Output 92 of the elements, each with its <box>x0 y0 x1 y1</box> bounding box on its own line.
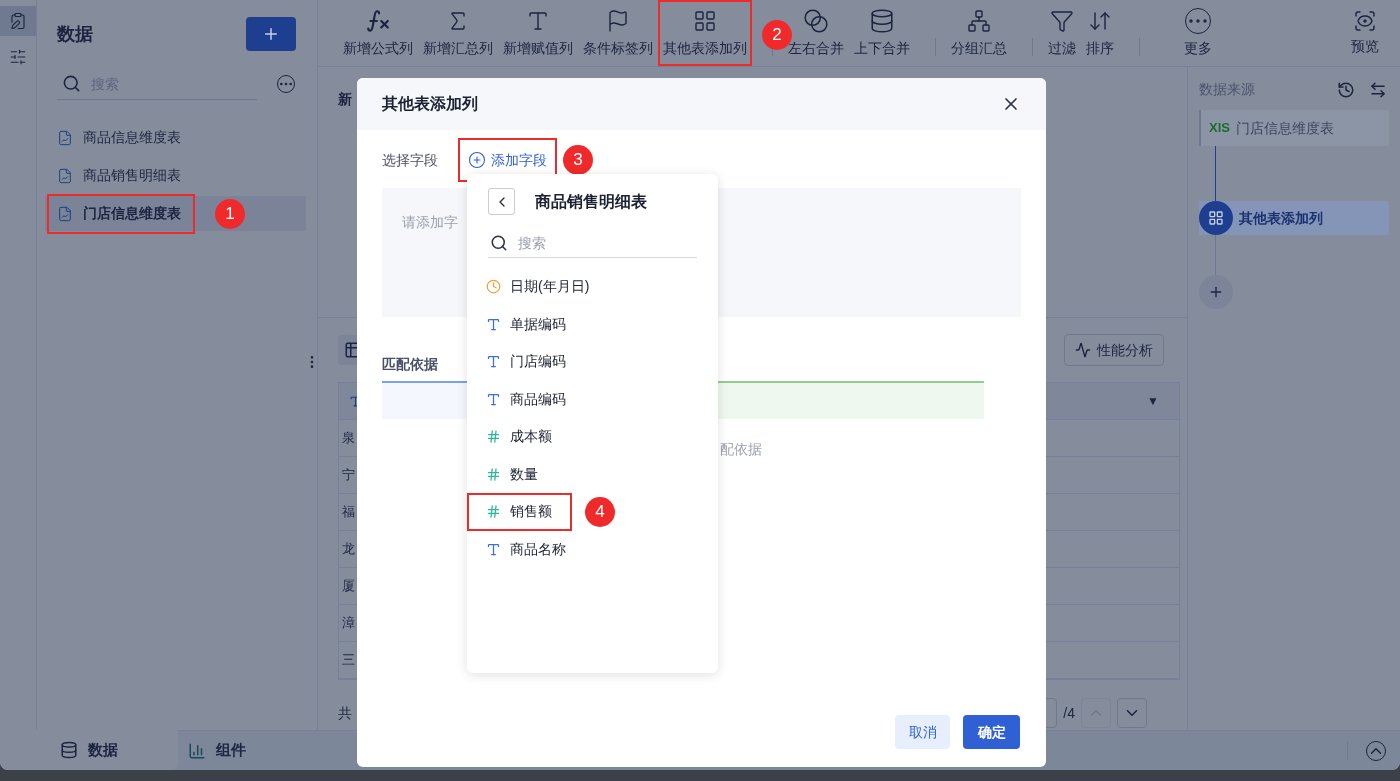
table-name: 门店信息维度表 <box>83 204 181 223</box>
clipboard-pen-icon <box>9 12 27 30</box>
confirm-button[interactable]: 确定 <box>963 715 1020 749</box>
table-list-item[interactable]: 门店信息维度表 1 <box>45 196 306 231</box>
toolbar-button[interactable]: 条件标签列 <box>578 0 658 66</box>
total-count: 共 <box>338 703 352 723</box>
table-chart-icon <box>57 205 73 222</box>
field-item[interactable]: 数量 <box>467 455 558 494</box>
database-icon <box>60 741 78 759</box>
flag-icon <box>606 9 630 33</box>
group-icon <box>967 9 991 33</box>
performance-analysis-button[interactable]: 性能分析 <box>1064 334 1164 366</box>
add-circle-icon <box>468 151 486 169</box>
sort-icon <box>1088 9 1112 33</box>
add-step-button[interactable] <box>1199 275 1233 309</box>
search-icon <box>62 74 81 93</box>
bottom-tab[interactable]: 组件 <box>178 731 348 770</box>
table-cell-text: 福 <box>342 503 355 522</box>
match-hint: 配依据 <box>720 439 762 459</box>
preview-button[interactable]: 预览 <box>1348 0 1382 66</box>
field-item[interactable]: 商品名称 <box>467 530 586 569</box>
picker-title: 商品销售明细表 <box>535 191 647 212</box>
bar-chart-icon <box>188 741 206 760</box>
table-cell-text: 泉 <box>342 429 355 448</box>
file-type-label: XlS <box>1209 119 1230 138</box>
sliders-icon <box>9 48 27 66</box>
table-chart-icon <box>57 129 73 146</box>
step-number-badge: 3 <box>563 145 593 175</box>
toolbar-button[interactable]: 其他表添加列 <box>658 0 752 66</box>
table-cell-text: 厦 <box>342 577 355 596</box>
toolbar-button[interactable]: 新增汇总列 <box>418 0 498 66</box>
table-cell-text: 龙 <box>342 540 355 559</box>
column-menu-marker[interactable]: ▼ <box>1147 392 1159 410</box>
table-list-item[interactable]: 商品信息维度表 <box>45 120 306 155</box>
table-cell-text: 宁 <box>342 466 355 485</box>
section-title: 新 <box>338 91 352 107</box>
bottom-tab[interactable]: 数据 <box>0 730 178 770</box>
add-button[interactable] <box>246 17 296 51</box>
text-type-icon <box>486 541 501 557</box>
text-type-icon <box>486 354 501 370</box>
history-icon[interactable] <box>1337 80 1355 99</box>
preview-icon <box>1353 9 1377 33</box>
field-label: 选择字段 <box>382 150 438 170</box>
filter-icon <box>1050 9 1074 33</box>
stack-icon <box>869 8 895 34</box>
table-chart-icon <box>57 167 73 184</box>
circles-icon <box>803 8 829 34</box>
function-icon <box>365 8 391 34</box>
field-item[interactable]: 门店编码 <box>467 342 586 381</box>
next-page-button[interactable] <box>1117 698 1147 728</box>
plus-icon <box>1208 284 1224 300</box>
field-item[interactable]: 日期(年月日) <box>467 267 610 306</box>
toolbar-button[interactable]: 分组汇总 <box>946 0 1012 66</box>
clock-icon <box>486 279 501 295</box>
number-type-icon <box>486 466 501 482</box>
toolbar-button[interactable]: 上下合并 <box>849 0 915 66</box>
toolbar-button[interactable]: 排序 <box>1081 0 1119 66</box>
plus-icon <box>262 25 280 43</box>
table-name: 商品销售明细表 <box>83 166 181 185</box>
step-number-badge: 4 <box>585 496 615 527</box>
field-item[interactable]: 单据编码 <box>467 305 586 344</box>
field-item[interactable]: 商品编码 <box>467 380 586 419</box>
toolbar-button[interactable]: 新增赋值列 <box>498 0 578 66</box>
toolbar-button[interactable]: 过滤 <box>1043 0 1081 66</box>
toolbar-button[interactable]: 新增公式列 <box>338 0 418 66</box>
page-count: /4 <box>1063 703 1075 723</box>
text-type-icon <box>486 391 501 407</box>
search-icon <box>490 234 508 252</box>
dialog-title: 其他表添加列 <box>382 94 478 114</box>
assign-icon <box>526 9 550 33</box>
source-node[interactable]: XlS 门店信息维度表 <box>1199 110 1389 146</box>
chart-icon <box>1075 342 1091 358</box>
step-node[interactable]: 其他表添加列 <box>1199 201 1389 235</box>
table-list-item[interactable]: 商品销售明细表 <box>45 158 306 193</box>
table-cell-text: 三 <box>342 651 355 670</box>
panel-title: 数据来源 <box>1199 80 1255 99</box>
number-type-icon <box>486 504 501 520</box>
rail-tab[interactable] <box>0 6 36 36</box>
swap-icon[interactable] <box>1369 80 1387 99</box>
add-column-icon <box>693 9 717 33</box>
number-type-icon <box>486 429 501 445</box>
cancel-button[interactable]: 取消 <box>895 715 950 749</box>
step-number-badge: 1 <box>215 198 245 229</box>
toolbar-button[interactable]: 更多 <box>1170 0 1226 66</box>
table-name: 商品信息维度表 <box>83 128 181 147</box>
table-cell-text: 漳 <box>342 614 355 633</box>
node-label: 门店信息维度表 <box>1235 118 1334 138</box>
back-button[interactable] <box>488 188 515 215</box>
field-item[interactable]: 成本额 <box>467 417 572 456</box>
sidebar-title: 数据 <box>57 22 93 46</box>
text-type-icon <box>486 316 501 332</box>
node-label: 其他表添加列 <box>1239 208 1323 228</box>
